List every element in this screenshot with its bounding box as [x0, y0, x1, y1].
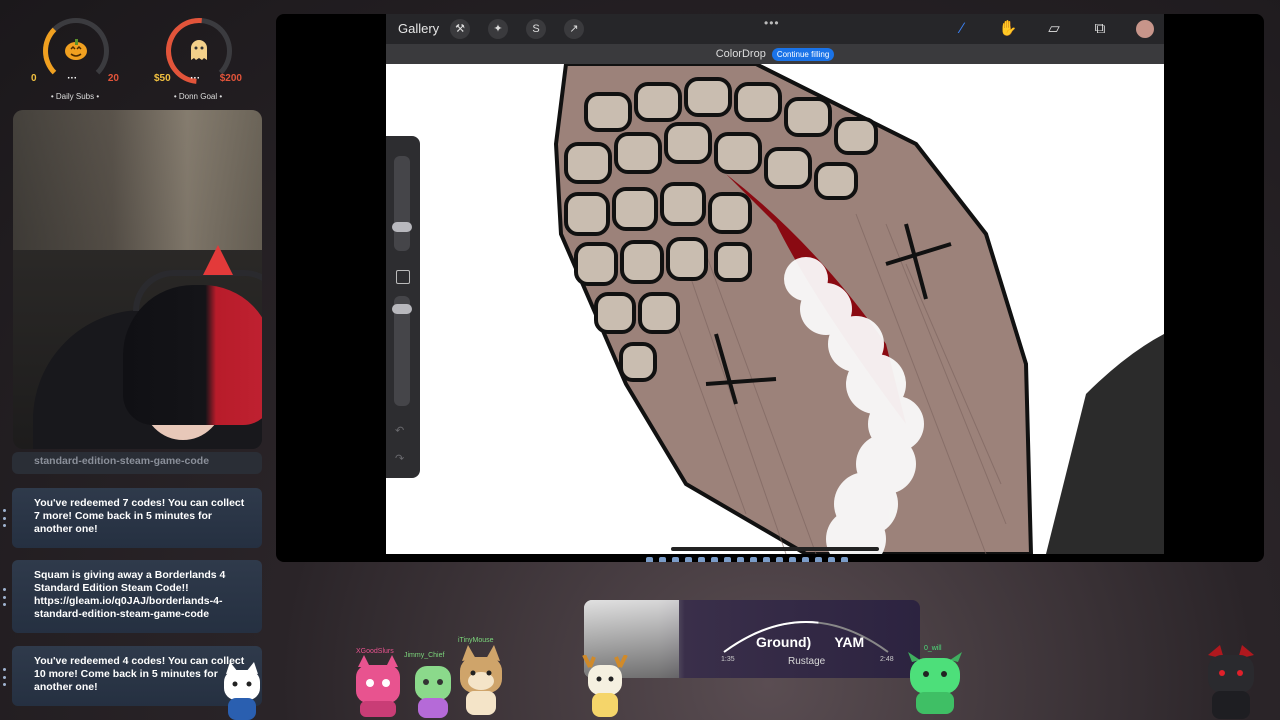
more-options-button[interactable]: •••	[764, 16, 780, 30]
background-shelf	[13, 110, 262, 250]
modify-button[interactable]	[396, 270, 410, 284]
donation-goal: $50 ··· $200 • Donn Goal •	[148, 4, 248, 105]
avatar-username: 0_will	[924, 645, 942, 652]
undo-icon[interactable]: ↶	[395, 424, 404, 437]
avatar-username: iTinyMouse	[458, 637, 494, 644]
pumpkin-icon	[65, 39, 87, 60]
ipad-screen-share: Gallery ⚒ ✦ S ↗ ••• ∕ ✋ ▱ ⧉ ColorDrop Co…	[276, 14, 1264, 562]
procreate-toolbar: Gallery ⚒ ✦ S ↗ ••• ∕ ✋ ▱ ⧉	[386, 14, 1164, 44]
cat-ear-headset	[203, 245, 233, 275]
brush-size-slider[interactable]	[394, 156, 410, 251]
chat-message-text: Squam is giving away a Borderlands 4 Sta…	[34, 569, 226, 620]
now-playing-widget: 1:35 Ground) YAM Rustage 2:48	[584, 600, 920, 678]
layers-icon[interactable]: ⧉	[1090, 20, 1110, 38]
headphones	[133, 270, 262, 311]
color-swatch-button[interactable]	[1136, 20, 1154, 38]
taskbar	[646, 557, 848, 562]
selection-icon[interactable]: S	[526, 19, 546, 39]
goal-end: 20	[107, 73, 119, 84]
goal-dots: ···	[67, 73, 78, 84]
procreate-sidebar: ↶ ↷	[386, 136, 420, 478]
eraser-icon[interactable]: ▱	[1044, 20, 1064, 38]
song-artist: Rustage	[788, 656, 826, 667]
white-cat-avatar	[224, 662, 260, 720]
wrench-icon[interactable]: ⚒	[450, 19, 470, 39]
smudge-icon[interactable]: ✋	[998, 20, 1018, 38]
webcam-feed	[13, 110, 262, 449]
transform-arrow-icon[interactable]: ↗	[564, 19, 584, 39]
home-indicator	[671, 547, 879, 551]
drawing-canvas[interactable]	[386, 64, 1164, 554]
chat-handle-icon	[3, 588, 7, 606]
green-cat-avatar	[415, 666, 451, 718]
chat-handle-icon	[3, 509, 7, 527]
goal-name: • Daily Subs •	[50, 92, 100, 101]
deer-avatar	[582, 655, 628, 717]
colordrop-banner: ColorDrop Continue filling	[386, 44, 1164, 64]
chat-handle-icon	[3, 668, 7, 686]
shiba-dog-avatar	[460, 645, 502, 715]
goal-end: $200	[219, 73, 242, 84]
colordrop-label: ColorDrop	[715, 48, 766, 60]
dark-monster-avatar	[1208, 645, 1254, 719]
chat-message: You've redeemed 7 codes! You can collect…	[12, 488, 262, 548]
goal-name: • Donn Goal •	[173, 92, 223, 101]
redo-icon[interactable]: ↷	[395, 452, 404, 465]
avatar-username: XGoodSlurs	[356, 648, 394, 655]
chat-message-text: You've redeemed 7 codes! You can collect…	[34, 497, 245, 535]
opacity-thumb[interactable]	[392, 304, 412, 314]
song-title: Ground) YAM	[756, 634, 864, 650]
total-time: 2:48	[880, 656, 894, 663]
daily-subs-goal: 0 ··· 20 • Daily Subs •	[25, 10, 125, 105]
gallery-button[interactable]: Gallery	[398, 21, 439, 36]
goal-start: 0	[31, 73, 37, 84]
song-title-part: Ground)	[756, 634, 812, 650]
chat-message-text: standard-edition-steam-game-code	[34, 455, 210, 467]
chat-message: Squam is giving away a Borderlands 4 Sta…	[12, 560, 262, 633]
song-title-tail: YAM	[834, 634, 865, 650]
chat-message-faded: standard-edition-steam-game-code	[12, 452, 262, 474]
green-monster-avatar	[908, 652, 962, 714]
magic-wand-icon[interactable]: ✦	[488, 19, 508, 39]
continue-filling-button[interactable]: Continue filling	[771, 47, 835, 61]
ghost-icon	[191, 40, 207, 60]
goal-dots: ···	[190, 73, 201, 84]
pink-cat-avatar	[356, 655, 400, 717]
artwork	[553, 64, 1164, 554]
elapsed-time: 1:35	[721, 656, 735, 663]
brush-size-thumb[interactable]	[392, 222, 412, 232]
goal-start: $50	[154, 73, 171, 84]
progress-arc	[723, 621, 889, 653]
brush-icon[interactable]: ∕	[952, 20, 972, 38]
